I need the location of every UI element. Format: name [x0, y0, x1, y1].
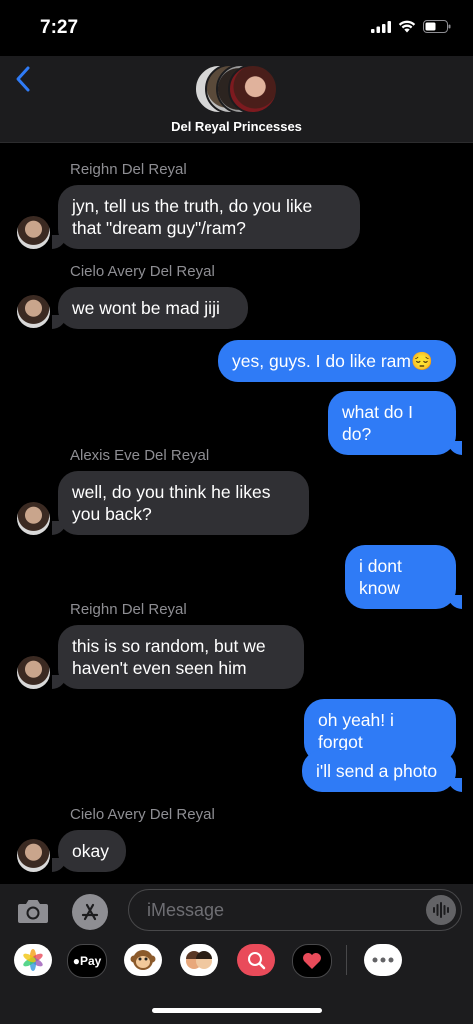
message-list[interactable]: Reighn Del Reyal jyn, tell us the truth,… — [0, 142, 473, 884]
audio-message-button[interactable] — [426, 895, 456, 925]
app-drawer: ● Pay — [0, 942, 473, 982]
chevron-left-icon[interactable] — [12, 64, 36, 94]
images-search-button[interactable] — [237, 944, 275, 976]
apple-pay-button[interactable]: ● Pay — [67, 944, 107, 978]
heart-icon — [303, 953, 321, 969]
app-store-icon — [81, 903, 99, 921]
apple-pay-label: Pay — [79, 954, 102, 968]
incoming-message[interactable]: okay — [52, 830, 126, 872]
photos-icon — [23, 949, 43, 971]
more-apps-button[interactable] — [364, 944, 402, 976]
conversation-header: Del Reyal Princesses — [0, 56, 473, 143]
status-time: 7:27 — [40, 17, 79, 38]
sender-name: Cielo Avery Del Reyal — [70, 806, 215, 823]
sender-avatar[interactable] — [17, 216, 50, 249]
sender-avatar[interactable] — [17, 839, 50, 872]
incoming-message[interactable]: we wont be mad jiji — [52, 287, 248, 329]
animoji-button[interactable] — [124, 944, 162, 976]
message-input[interactable]: iMessage — [128, 889, 462, 931]
group-title[interactable]: Del Reyal Princesses — [0, 119, 473, 134]
sender-avatar[interactable] — [17, 295, 50, 328]
app-store-button[interactable] — [72, 894, 108, 930]
apple-logo-icon: ● — [72, 954, 80, 968]
wifi-icon — [398, 20, 416, 33]
battery-icon — [423, 20, 451, 33]
sender-name: Reighn Del Reyal — [70, 601, 187, 618]
digital-touch-button[interactable] — [292, 944, 332, 978]
photos-app-button[interactable] — [14, 944, 52, 976]
sender-name: Alexis Eve Del Reyal — [70, 447, 210, 464]
sender-name: Reighn Del Reyal — [70, 161, 187, 178]
incoming-message[interactable]: this is so random, but we haven't even s… — [52, 625, 304, 689]
incoming-message[interactable]: jyn, tell us the truth, do you like that… — [52, 185, 360, 249]
sender-avatar[interactable] — [17, 656, 50, 689]
incoming-message[interactable]: well, do you think he likes you back? — [52, 471, 309, 535]
more-icon — [372, 957, 394, 963]
message-input-placeholder: iMessage — [147, 900, 225, 920]
monkey-icon — [130, 950, 156, 970]
group-avatar[interactable] — [194, 62, 284, 114]
tray-divider — [346, 945, 347, 975]
cellular-signal-icon — [371, 20, 391, 33]
compose-area: iMessage ● Pay — [0, 884, 473, 1024]
memoji-icon — [186, 951, 212, 969]
member-avatar — [228, 64, 278, 114]
outgoing-message[interactable]: i'll send a photo — [302, 750, 462, 792]
camera-icon[interactable] — [17, 898, 49, 924]
outgoing-message[interactable]: yes, guys. I do like ram😔 — [218, 340, 456, 382]
sender-name: Cielo Avery Del Reyal — [70, 263, 215, 280]
home-indicator[interactable] — [152, 1008, 322, 1013]
status-bar: 7:27 — [0, 0, 473, 56]
status-icons — [371, 20, 451, 33]
sender-avatar[interactable] — [17, 502, 50, 535]
globe-search-icon — [248, 952, 266, 970]
memoji-button[interactable] — [180, 944, 218, 976]
waveform-icon — [433, 902, 449, 918]
outgoing-message[interactable]: i dont know — [345, 545, 462, 609]
outgoing-message[interactable]: what do I do? — [328, 391, 462, 455]
